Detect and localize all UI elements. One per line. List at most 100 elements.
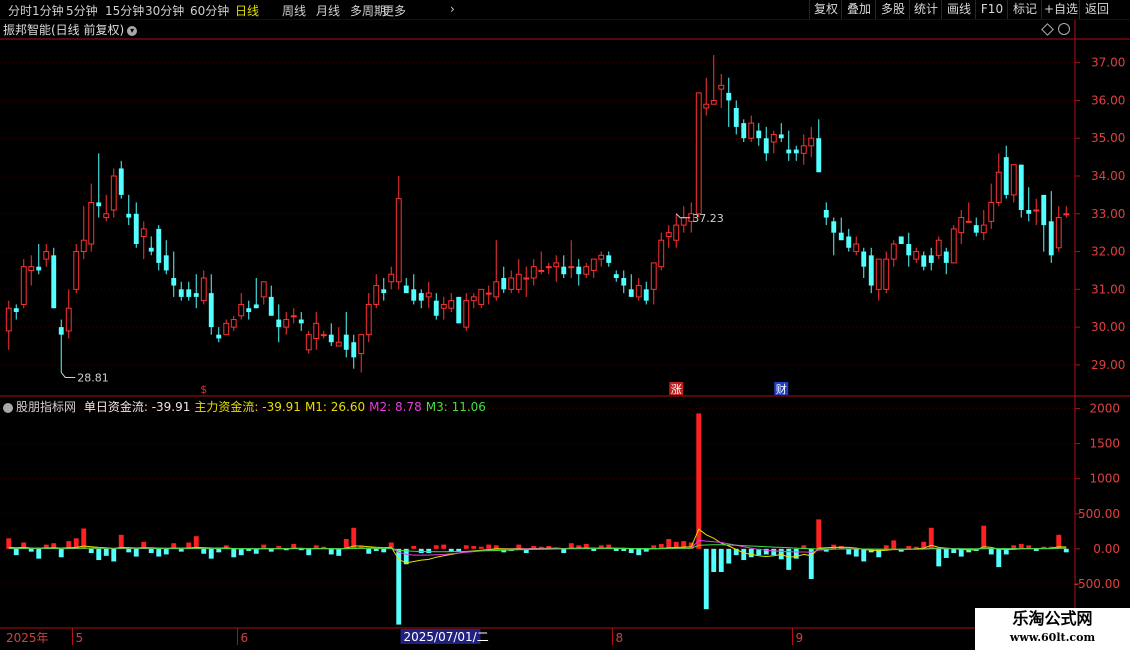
flow-bar xyxy=(718,548,724,572)
flow-bar xyxy=(748,548,754,558)
flow-bar xyxy=(478,546,484,549)
candle-body xyxy=(425,292,432,298)
candle-body xyxy=(658,239,665,268)
flow-bar xyxy=(88,548,94,554)
event-marker: 涨 xyxy=(671,383,682,396)
candle-body xyxy=(980,224,987,234)
candle-body xyxy=(935,239,942,256)
candle-body xyxy=(403,285,409,294)
flow-bar xyxy=(741,548,747,561)
candle-body xyxy=(778,134,784,139)
candle-body xyxy=(328,334,334,343)
candle-body xyxy=(110,175,117,211)
candle-body xyxy=(381,289,387,294)
candle-body xyxy=(965,220,972,223)
price-tick-label: 32.00 xyxy=(1091,245,1125,259)
candle-body xyxy=(613,274,619,278)
flow-bar xyxy=(771,548,777,556)
flow-bar xyxy=(208,548,214,559)
candle-body xyxy=(561,266,567,275)
candle-body xyxy=(246,308,252,312)
candle-body xyxy=(103,213,110,219)
flow-bar xyxy=(441,544,447,549)
candle-body xyxy=(846,236,852,248)
flow-bar xyxy=(411,546,417,549)
flow-bar xyxy=(231,548,237,558)
candle-body xyxy=(928,255,934,263)
candle-body xyxy=(351,342,357,358)
candle-body xyxy=(576,266,582,275)
indicator-tick-label: 1500 xyxy=(1089,437,1120,451)
candle-body xyxy=(501,278,507,290)
candle-body xyxy=(650,262,657,290)
candle-body xyxy=(411,289,417,301)
indicator-legend-item: 主力资金流: -39.91 xyxy=(194,400,301,414)
flow-bar xyxy=(471,546,477,549)
candle-body xyxy=(995,171,1002,203)
flow-bar xyxy=(163,548,169,555)
flow-bar xyxy=(876,548,882,558)
flow-bar xyxy=(381,548,387,553)
candle-body xyxy=(343,334,349,350)
candle-body xyxy=(268,296,274,316)
flow-bar xyxy=(133,548,139,557)
candle-body xyxy=(1063,213,1070,216)
flow-bar xyxy=(1018,543,1024,549)
candle-body xyxy=(853,243,860,253)
flow-bar xyxy=(628,548,634,554)
candle-body xyxy=(545,266,552,269)
flow-bar xyxy=(118,534,124,549)
candle-body xyxy=(290,315,297,318)
candle-body xyxy=(1026,210,1032,214)
candle-body xyxy=(470,296,477,302)
candle-body xyxy=(943,251,949,263)
candle-body xyxy=(1041,194,1047,226)
date-label: 2025年 xyxy=(6,631,49,645)
candle-body xyxy=(36,266,42,271)
candle-body xyxy=(200,277,207,302)
candle-body xyxy=(493,281,500,298)
candle-body xyxy=(456,296,462,324)
indicator-menu-icon[interactable] xyxy=(3,402,13,413)
flow-bar xyxy=(621,548,627,551)
candle-body xyxy=(313,322,320,339)
flow-bar xyxy=(861,548,867,562)
price-axis: 29.00 30.00 31.00 32.00 33.00 34.00 35.00 36.00… xyxy=(1075,56,1125,372)
candle-body xyxy=(606,255,612,263)
candle-body xyxy=(515,273,522,290)
price-tick-label: 33.00 xyxy=(1091,207,1125,221)
candle-body xyxy=(906,244,912,256)
candle-body xyxy=(763,138,769,154)
watermark: 乐淘公式网 www.60lt.com xyxy=(975,608,1130,650)
candle-body xyxy=(96,202,102,207)
candle-body xyxy=(73,251,80,290)
candle-body xyxy=(508,277,515,290)
candle-body xyxy=(680,217,687,226)
indicator-legend-item: M3: 11.06 xyxy=(425,400,486,414)
candle-body xyxy=(748,122,755,139)
candle-body xyxy=(433,300,439,316)
candle-body xyxy=(838,232,844,241)
candle-body xyxy=(216,334,222,339)
candle-body xyxy=(388,273,395,283)
candle-body xyxy=(223,322,230,336)
flow-bar xyxy=(336,548,342,556)
candle-body xyxy=(186,289,192,297)
kline-chart[interactable]: 29.00 30.00 31.00 32.00 33.00 34.00 35.00 36.00… xyxy=(0,0,1130,650)
event-marker: $ xyxy=(200,383,207,396)
flow-bar xyxy=(726,548,732,564)
flow-bar xyxy=(1033,548,1039,551)
flow-bar xyxy=(636,548,642,556)
indicator-tick-label: 1000 xyxy=(1089,472,1120,486)
candle-body xyxy=(800,145,807,154)
candle-body xyxy=(583,266,590,275)
flow-bar xyxy=(996,548,1002,568)
flow-bar xyxy=(418,548,424,554)
flow-bar xyxy=(981,525,987,549)
candle-body xyxy=(208,293,214,328)
candle-body xyxy=(28,266,35,271)
indicator-name: 股朋指标网 xyxy=(16,400,77,414)
price-grid xyxy=(0,62,1075,366)
flow-bar xyxy=(178,548,184,552)
price-tick-label: 30.00 xyxy=(1091,320,1125,334)
